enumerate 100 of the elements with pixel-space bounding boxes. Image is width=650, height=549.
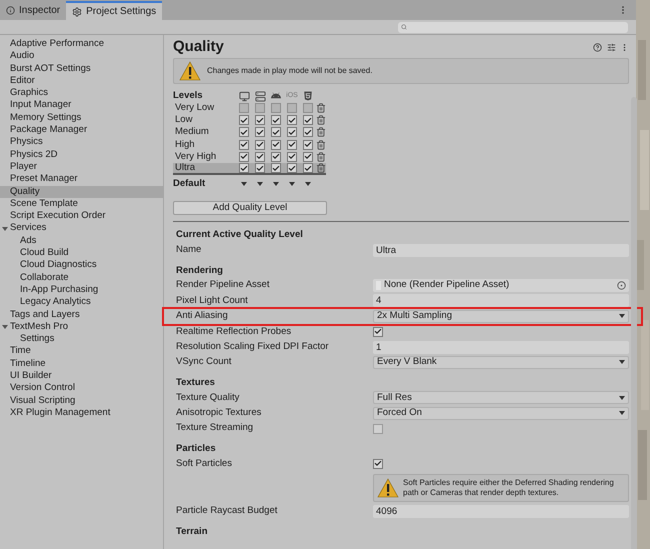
- search-field[interactable]: [398, 22, 628, 32]
- checkbox[interactable]: [239, 115, 249, 126]
- sidebar-item[interactable]: Services: [0, 222, 163, 235]
- help-icon[interactable]: [593, 42, 602, 52]
- checkbox[interactable]: [303, 103, 313, 114]
- expand-arrow-icon[interactable]: [2, 226, 8, 231]
- checkbox[interactable]: [255, 152, 265, 162]
- checkbox[interactable]: [239, 140, 249, 150]
- checkbox[interactable]: [287, 152, 297, 162]
- sidebar-item[interactable]: Preset Manager: [0, 173, 163, 186]
- sidebar-item[interactable]: Scene Template: [0, 198, 163, 210]
- sidebar-item[interactable]: TextMesh Pro: [0, 320, 163, 334]
- sidebar-item[interactable]: Visual Scripting: [0, 394, 163, 407]
- dropdown-arrow-icon[interactable]: [241, 182, 247, 186]
- checkbox[interactable]: [287, 140, 297, 150]
- sidebar-item[interactable]: Adaptive Performance: [0, 38, 163, 50]
- checkbox[interactable]: [271, 163, 281, 174]
- checkbox[interactable]: [255, 103, 265, 114]
- scrollbar[interactable]: [631, 97, 637, 549]
- sidebar-item[interactable]: In-App Purchasing: [0, 284, 163, 296]
- checkbox[interactable]: [287, 115, 297, 126]
- sidebar-item[interactable]: Package Manager: [0, 124, 163, 136]
- sidebar-item[interactable]: Input Manager: [0, 99, 163, 112]
- add-quality-level-button[interactable]: Add Quality Level: [173, 201, 327, 216]
- dropdown-arrow-icon[interactable]: [273, 182, 279, 186]
- sidebar-item[interactable]: Legacy Analytics: [0, 296, 163, 309]
- sidebar-item[interactable]: Time: [0, 345, 163, 358]
- checkbox[interactable]: [287, 103, 297, 114]
- level-row[interactable]: Ultra: [173, 162, 326, 176]
- sidebar-item[interactable]: Memory Settings: [0, 112, 163, 124]
- checkbox[interactable]: [373, 458, 383, 469]
- sidebar-item[interactable]: XR Plugin Management: [0, 406, 163, 420]
- checkbox[interactable]: [287, 163, 297, 174]
- sidebar-item[interactable]: Player: [0, 160, 163, 174]
- sidebar-item[interactable]: Burst AOT Settings: [0, 62, 163, 75]
- checkbox[interactable]: [271, 115, 281, 126]
- object-field[interactable]: None (Render Pipeline Asset): [373, 278, 629, 292]
- checkbox[interactable]: [303, 140, 313, 150]
- expand-arrow-icon[interactable]: [2, 324, 8, 329]
- checkbox[interactable]: [303, 115, 313, 126]
- trash-icon[interactable]: [316, 163, 326, 174]
- sliders-icon[interactable]: [607, 42, 616, 52]
- checkbox[interactable]: [303, 152, 313, 162]
- dropdown[interactable]: Full Res: [373, 391, 629, 404]
- tab[interactable]: Inspector: [0, 1, 66, 20]
- tab[interactable]: Project Settings: [66, 1, 162, 20]
- checkbox[interactable]: [239, 103, 249, 114]
- level-row[interactable]: Low: [173, 114, 326, 126]
- dropdown[interactable]: Forced On: [373, 406, 629, 420]
- checkbox[interactable]: [271, 127, 281, 138]
- sidebar-item[interactable]: Script Execution Order: [0, 210, 163, 222]
- trash-icon[interactable]: [316, 103, 326, 114]
- level-row[interactable]: Very High: [173, 150, 326, 163]
- trash-icon[interactable]: [316, 152, 326, 162]
- sidebar-item[interactable]: Physics: [0, 136, 163, 149]
- checkbox[interactable]: [239, 152, 249, 162]
- checkbox[interactable]: [255, 163, 265, 174]
- checkbox[interactable]: [271, 140, 281, 150]
- dropdown[interactable]: Every V Blank: [373, 356, 629, 369]
- trash-icon[interactable]: [316, 140, 326, 150]
- object-picker-icon[interactable]: [617, 280, 626, 290]
- sidebar-item[interactable]: Editor: [0, 74, 163, 88]
- sidebar-item[interactable]: Cloud Build: [0, 247, 163, 260]
- sidebar-item[interactable]: UI Builder: [0, 370, 163, 382]
- trash-icon[interactable]: [316, 127, 326, 138]
- dropdown-arrow-icon[interactable]: [289, 182, 295, 186]
- dropdown-arrow-icon[interactable]: [257, 182, 263, 186]
- sidebar-item[interactable]: Ads: [0, 234, 163, 248]
- checkbox[interactable]: [255, 140, 265, 150]
- sidebar-item[interactable]: Audio: [0, 50, 163, 63]
- checkbox[interactable]: [303, 163, 313, 174]
- dropdown-arrow-icon[interactable]: [305, 182, 311, 186]
- checkbox[interactable]: [303, 127, 313, 138]
- sidebar-item[interactable]: Collaborate: [0, 272, 163, 284]
- checkbox[interactable]: [239, 127, 249, 138]
- sidebar-item[interactable]: Settings: [0, 333, 163, 346]
- trash-icon[interactable]: [316, 115, 326, 126]
- input-field[interactable]: Ultra: [373, 244, 629, 257]
- level-row[interactable]: Very Low: [173, 102, 326, 114]
- sidebar-item[interactable]: Cloud Diagnostics: [0, 259, 163, 272]
- level-row[interactable]: High: [173, 138, 326, 151]
- sidebar-item[interactable]: Tags and Layers: [0, 308, 163, 321]
- checkbox[interactable]: [373, 326, 383, 337]
- dropdown[interactable]: 2x Multi Sampling: [373, 310, 629, 323]
- checkbox[interactable]: [271, 152, 281, 162]
- checkbox[interactable]: [255, 127, 265, 138]
- sidebar-item[interactable]: Quality: [0, 186, 163, 198]
- sidebar-item[interactable]: Timeline: [0, 358, 163, 370]
- sidebar-item[interactable]: Version Control: [0, 382, 163, 395]
- checkbox[interactable]: [239, 163, 249, 174]
- input-field[interactable]: 4: [373, 294, 629, 308]
- input-field[interactable]: 1: [373, 340, 629, 354]
- checkbox[interactable]: [255, 115, 265, 126]
- sidebar-item[interactable]: Physics 2D: [0, 148, 163, 161]
- checkbox[interactable]: [287, 127, 297, 138]
- checkbox[interactable]: [271, 103, 281, 114]
- level-row[interactable]: Medium: [173, 126, 326, 139]
- sidebar-item[interactable]: Graphics: [0, 87, 163, 100]
- input-field[interactable]: 4096: [373, 504, 629, 518]
- checkbox[interactable]: [373, 424, 383, 434]
